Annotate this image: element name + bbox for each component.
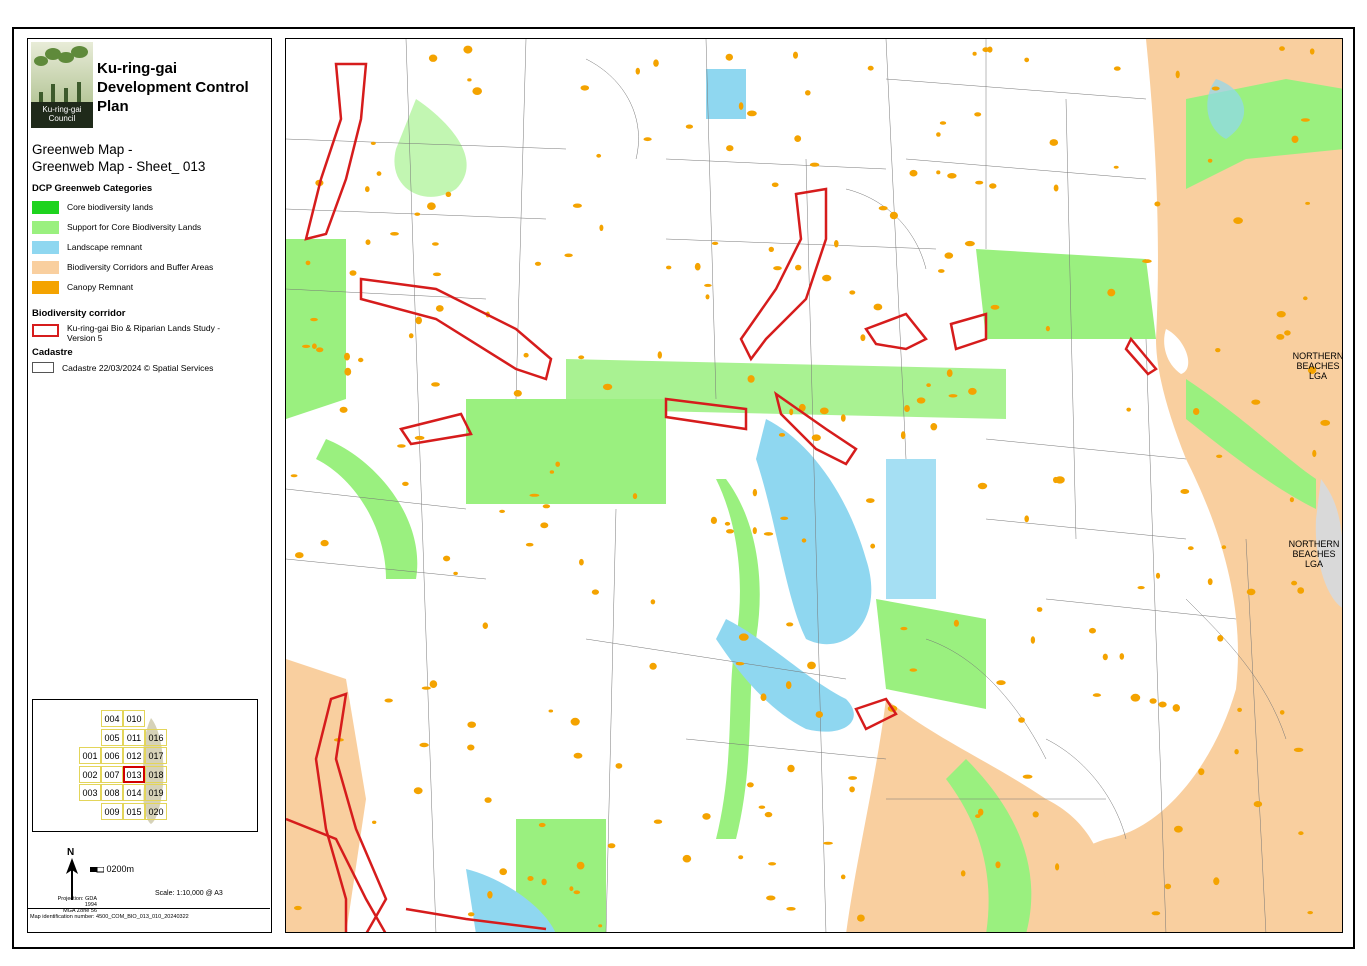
index-cell-004: 004 [101,710,123,727]
legend-item-bio-study: Ku-ring-gai Bio & Riparian Lands Study -… [32,322,268,346]
index-cell-016: 016 [145,728,167,746]
swatch-bio-study [32,324,59,337]
legend-heading-greenweb: DCP Greenweb Categories [32,183,153,194]
swatch-core [32,201,59,214]
map-canvas [286,39,1342,932]
legend-heading-corridor: Biodiversity corridor [32,308,126,319]
index-cell-015: 015 [123,802,145,820]
map-frame[interactable]: NORTHERN BEACHES LGA NORTHERN BEACHES LG… [285,38,1343,933]
map-title: Greenweb Map - Greenweb Map - Sheet_ 013 [32,142,206,174]
index-cell-003: 003 [79,784,101,801]
council-logo: Ku-ring-gai Council [31,42,93,128]
legend-panel: Ku-ring-gai Council Ku-ring-gai Developm… [27,38,272,933]
index-cell-010: 010 [123,710,145,727]
lga-label-1: NORTHERN BEACHES LGA [1292,351,1343,381]
swatch-landscape [32,241,59,254]
projection-text: Projection: GDA 1994 MGA Zone 56 [57,896,97,914]
plan-title: Ku-ring-gai Development Control Plan [97,60,249,115]
index-cell-020: 020 [145,802,167,820]
logo-text: Ku-ring-gai Council [31,102,93,128]
legend-item-landscape: Landscape remnant [32,241,268,255]
index-cell-014: 014 [123,784,145,801]
index-cell-019: 019 [145,784,167,801]
sheet-index-map: 004 010 005 011 016 001 006 012 017 002 007 013 018 0… [32,699,258,832]
swatch-canopy [32,281,59,294]
index-cell-012: 012 [123,747,145,764]
index-cell-007: 007 [101,765,123,783]
legend-item-support: Support for Core Biodiversity Lands [32,221,268,235]
lga-label-2: NORTHERN BEACHES LGA [1288,539,1340,569]
index-cell-002: 002 [79,765,101,783]
legend-item-core: Core biodiversity lands [32,201,268,215]
legend-heading-cadastre: Cadastre [32,347,73,358]
index-cell-011: 011 [123,728,145,746]
index-cell-013: 013 [123,765,145,783]
legend-item-corridors: Biodiversity Corridors and Buffer Areas [32,261,268,275]
legend-item-cadastre: Cadastre 22/03/2024 © Spatial Services [32,362,268,376]
scale-text: Scale: 1:10,000 @ A3 [155,890,223,897]
index-cell-006: 006 [101,747,123,764]
index-cell-017: 017 [145,747,167,764]
index-cell-008: 008 [101,784,123,801]
map-id: Map identification number: 4500_COM_BIO_… [30,914,189,920]
swatch-cadastre [32,362,54,373]
north-arrow: N [65,847,79,903]
swatch-corridors [32,261,59,274]
index-cell-018: 018 [145,765,167,783]
legend-item-canopy: Canopy Remnant [32,281,268,295]
swatch-support [32,221,59,234]
index-cell-009: 009 [101,802,123,820]
index-cell-005: 005 [101,728,123,746]
index-cell-001: 001 [79,747,101,764]
scale-bar: 0200m [90,864,134,874]
